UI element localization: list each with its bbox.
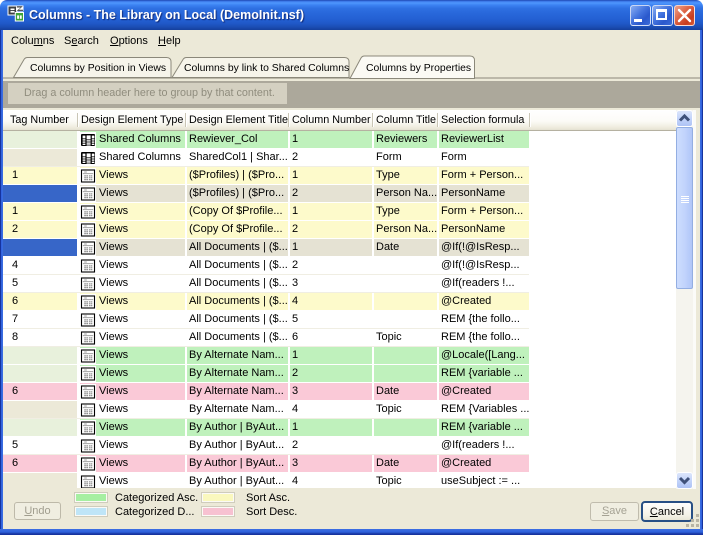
svg-text:Columns by link to Shared Colu: Columns by link to Shared Columns — [184, 63, 349, 74]
svg-text:Columns by Position in Views: Columns by Position in Views — [30, 63, 166, 74]
svg-text:Columns by Properties: Columns by Properties — [366, 63, 471, 74]
